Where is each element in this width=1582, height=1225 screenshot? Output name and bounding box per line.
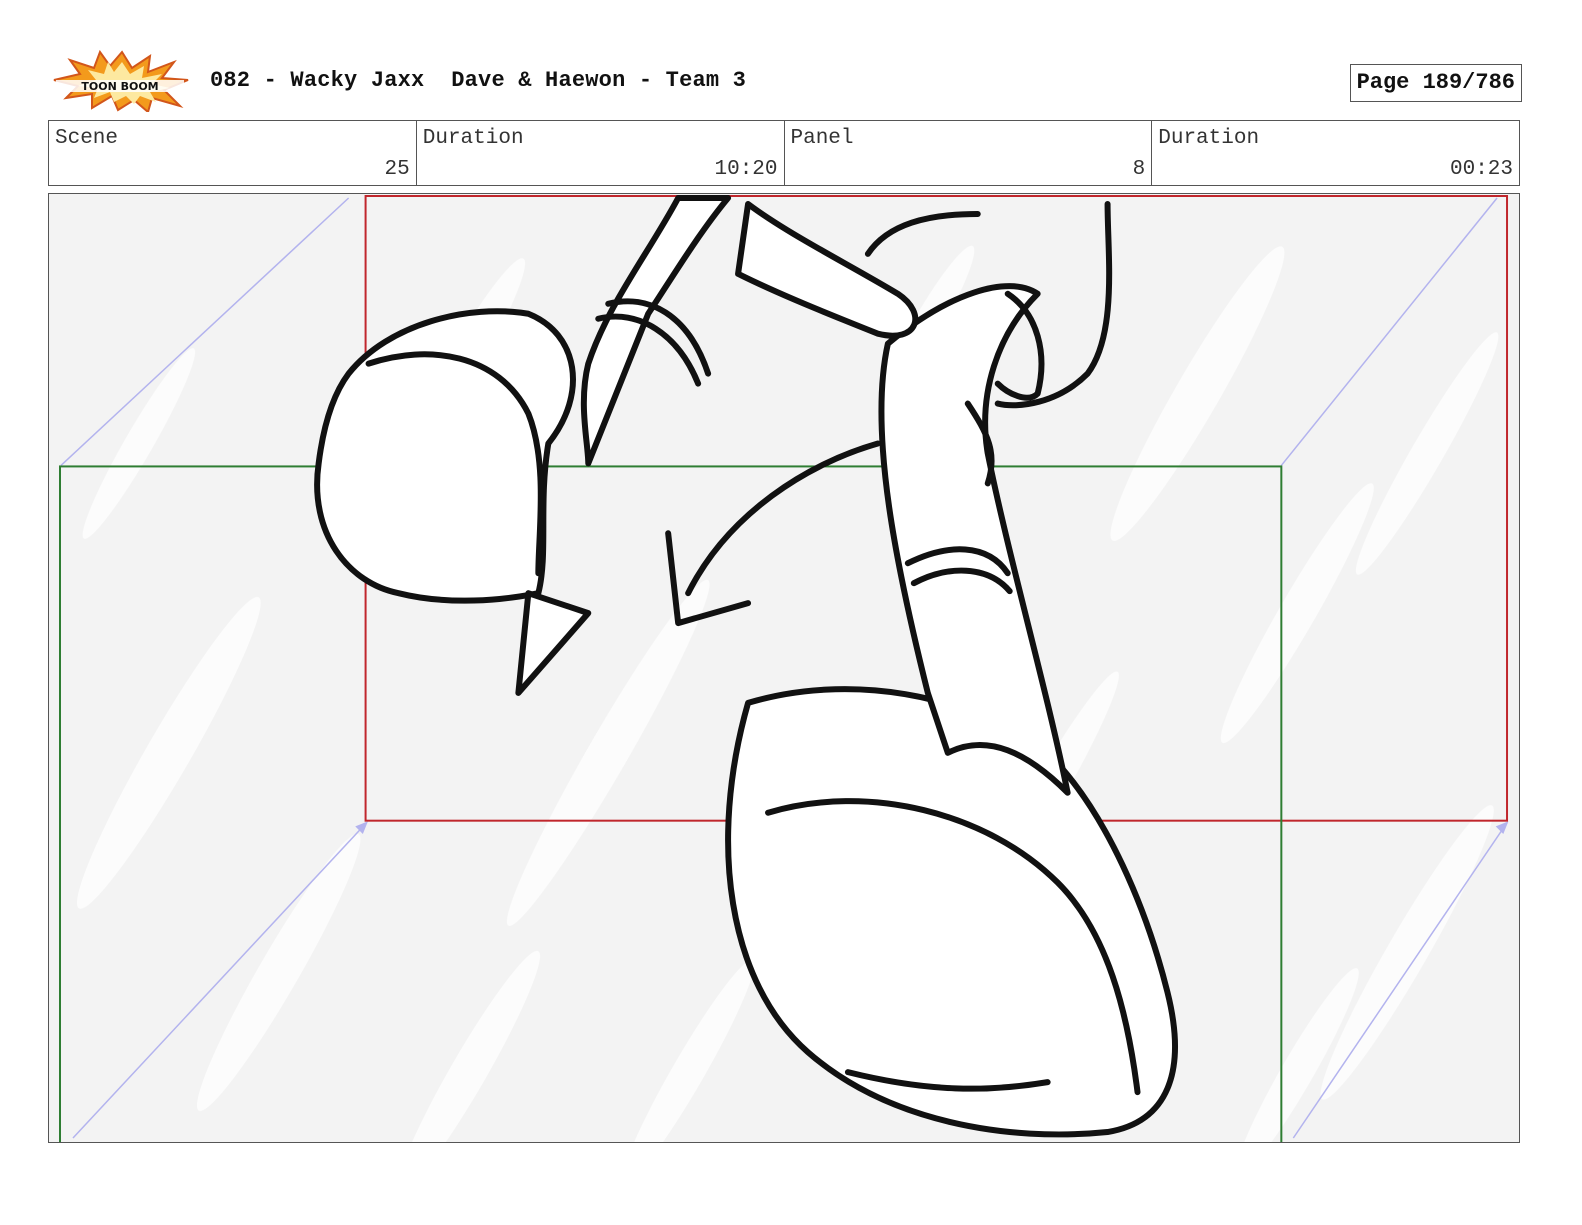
scene-duration-value: 10:20 [714, 158, 778, 181]
scene-cell: Scene 25 [49, 121, 417, 185]
toon-boom-logo: TOON BOOM [52, 49, 190, 114]
scene-label: Scene [55, 127, 119, 150]
logo-text: TOON BOOM [81, 80, 158, 93]
scene-duration-label: Duration [422, 127, 524, 150]
panel-cell: Panel 8 [785, 121, 1153, 185]
page-number: Page 189/786 [1349, 64, 1522, 102]
character-sketch [314, 194, 1178, 1138]
scene-info-table: Scene 25 Duration 10:20 Panel 8 Duration… [48, 120, 1520, 186]
page-title: 082 - Wacky Jaxx Dave & Haewon - Team 3 [210, 68, 747, 93]
panel-label: Panel [790, 127, 854, 150]
panel-duration-value: 00:23 [1449, 158, 1513, 181]
panel-duration-cell: Duration 00:23 [1152, 121, 1519, 185]
panel-duration-label: Duration [1158, 127, 1260, 150]
panel-sketch [58, 194, 1509, 1142]
panel-value: 8 [1132, 158, 1146, 181]
storyboard-panel [48, 193, 1520, 1143]
scene-duration-cell: Duration 10:20 [417, 121, 785, 185]
scene-value: 25 [384, 158, 410, 181]
